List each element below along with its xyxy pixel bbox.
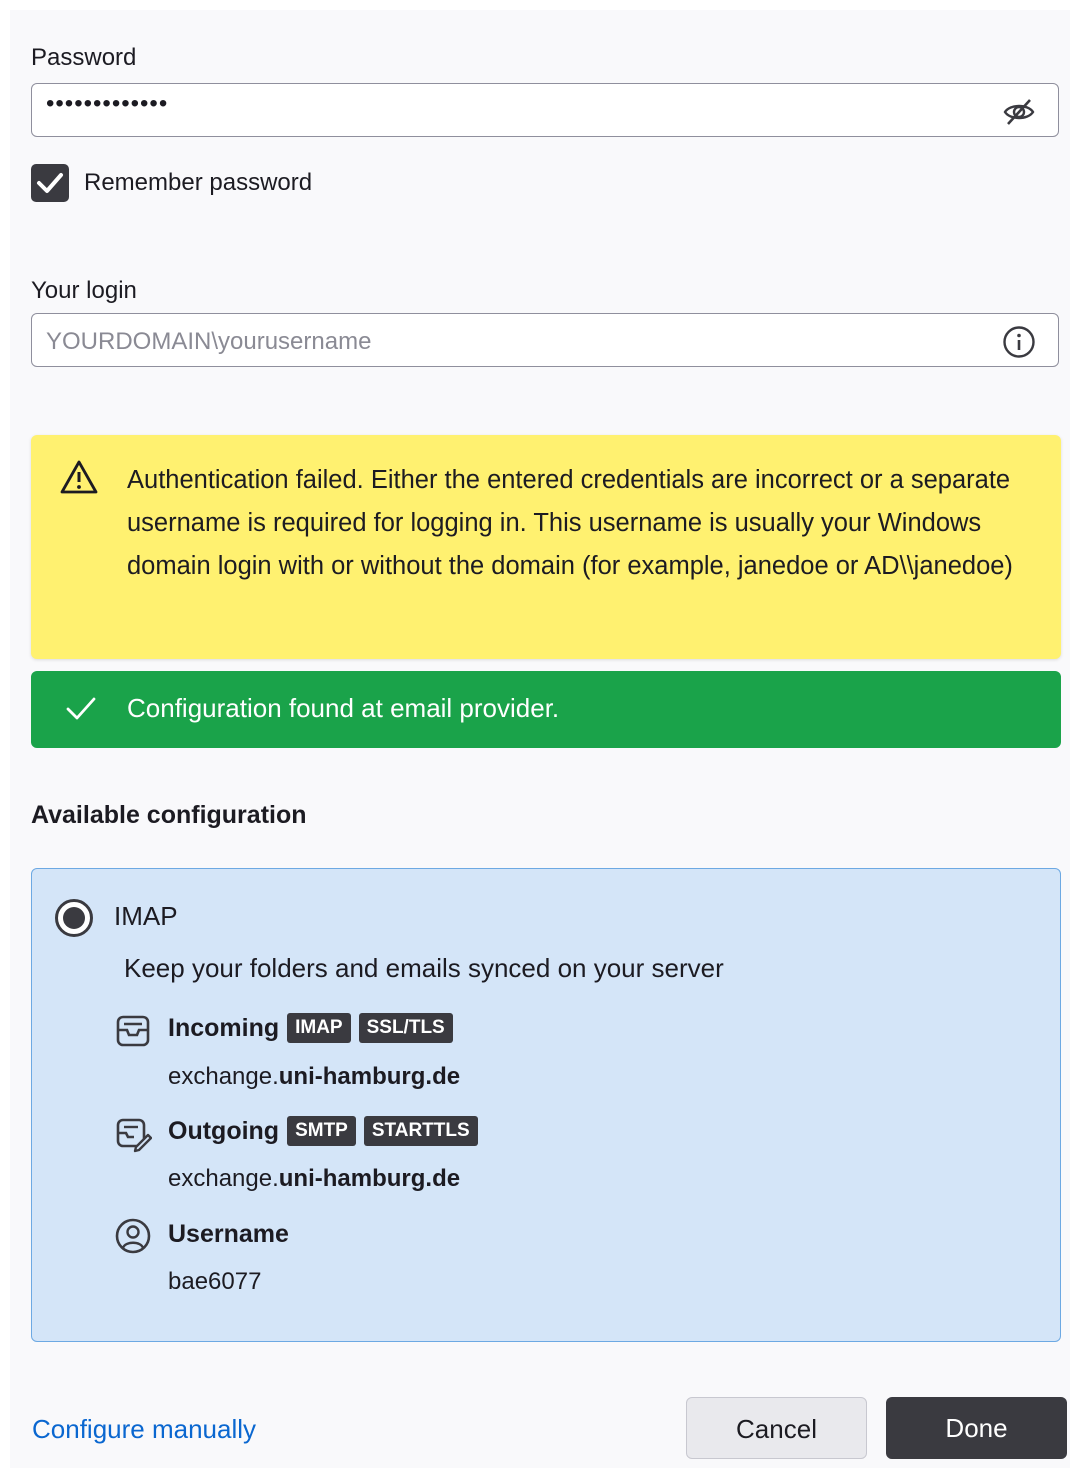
outgoing-title: Outgoing [168,1117,280,1145]
password-value: ••••••••••••• [46,90,169,117]
incoming-protocol-badge: IMAP [287,1013,351,1043]
auth-failed-message: Authentication failed. Either the entere… [127,466,1013,580]
login-field[interactable]: YOURDOMAIN\yourusername [31,313,1059,367]
eye-slash-icon[interactable] [1002,95,1036,129]
username-title: Username [168,1220,289,1248]
remember-password-checkbox[interactable] [31,164,69,202]
incoming-host: exchange.uni-hamburg.de [168,1063,460,1091]
imap-config-option[interactable]: IMAP Keep your folders and emails synced… [31,868,1061,1342]
outgoing-host-domain: uni-hamburg.de [278,1165,461,1192]
outgoing-host-prefix: exchange. [168,1165,279,1192]
password-label: Password [31,44,137,71]
config-found-notice: Configuration found at email provider. [31,671,1061,748]
incoming-title: Incoming [168,1014,280,1042]
login-label: Your login [31,277,137,304]
outgoing-security-badge: STARTTLS [363,1116,478,1146]
inbox-icon [116,1015,150,1047]
incoming-security-badge: SSL/TLS [358,1013,453,1043]
imap-description: Keep your folders and emails synced on y… [124,953,724,983]
cancel-button[interactable]: Cancel [686,1397,867,1459]
available-configuration-title: Available configuration [31,801,307,829]
checkmark-icon [66,697,96,720]
incoming-host-domain: uni-hamburg.de [278,1063,461,1090]
user-icon [115,1218,151,1254]
auth-failed-notice: Authentication failed. Either the entere… [31,435,1061,659]
info-icon[interactable] [1002,325,1036,359]
login-input[interactable]: YOURDOMAIN\yourusername [46,328,371,356]
incoming-row-header: Incoming IMAP SSL/TLS [168,1013,453,1043]
outbox-icon [116,1118,152,1153]
imap-title: IMAP [114,901,178,931]
checkmark-icon [37,173,63,193]
warning-icon [60,460,98,494]
outgoing-host: exchange.uni-hamburg.de [168,1165,460,1193]
username-value: bae6077 [168,1268,262,1295]
configure-manually-link[interactable]: Configure manually [32,1414,256,1445]
imap-radio[interactable] [55,899,93,937]
outgoing-protocol-badge: SMTP [287,1116,356,1146]
config-found-message: Configuration found at email provider. [127,693,560,723]
password-field[interactable]: ••••••••••••• [31,83,1059,137]
remember-password-label[interactable]: Remember password [84,169,312,197]
done-button[interactable]: Done [886,1397,1067,1459]
incoming-host-prefix: exchange. [168,1063,279,1090]
outgoing-row-header: Outgoing SMTP STARTTLS [168,1116,478,1146]
